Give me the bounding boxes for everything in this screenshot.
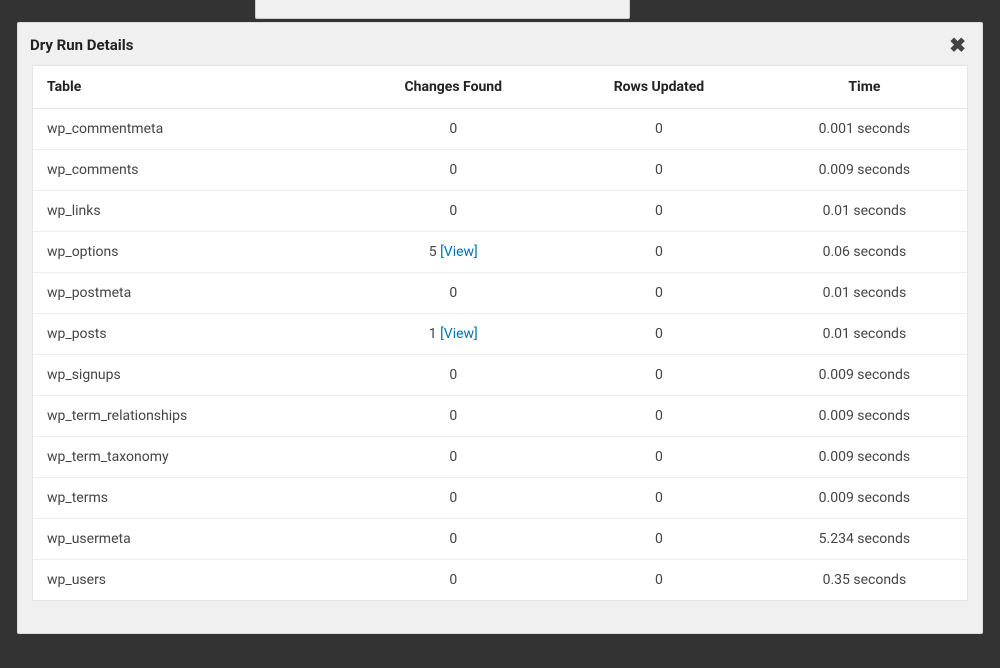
- cell-rows-updated: 0: [556, 355, 762, 396]
- cell-rows-updated: 0: [556, 437, 762, 478]
- cell-rows-updated: 0: [556, 478, 762, 519]
- cell-time: 0.06 seconds: [762, 232, 968, 273]
- background-overlay: [0, 0, 1000, 22]
- cell-rows-updated: 0: [556, 314, 762, 355]
- cell-table-name: wp_posts: [33, 314, 351, 355]
- table-row: wp_options5 [View]00.06 seconds: [33, 232, 968, 273]
- cell-time: 0.009 seconds: [762, 150, 968, 191]
- cell-table-name: wp_terms: [33, 478, 351, 519]
- cell-time: 0.35 seconds: [762, 560, 968, 601]
- cell-table-name: wp_postmeta: [33, 273, 351, 314]
- cell-changes-found: 0: [350, 437, 556, 478]
- table-row: wp_signups000.009 seconds: [33, 355, 968, 396]
- cell-time: 0.01 seconds: [762, 191, 968, 232]
- cell-table-name: wp_usermeta: [33, 519, 351, 560]
- cell-time: 0.01 seconds: [762, 314, 968, 355]
- header-rows-updated: Rows Updated: [556, 66, 762, 109]
- changes-count: 0: [449, 367, 457, 383]
- changes-count: 0: [449, 572, 457, 588]
- cell-changes-found: 0: [350, 109, 556, 150]
- cell-time: 0.001 seconds: [762, 109, 968, 150]
- changes-count: 0: [449, 162, 457, 178]
- table-row: wp_terms000.009 seconds: [33, 478, 968, 519]
- modal-footer-space: [32, 601, 968, 619]
- table-row: wp_users000.35 seconds: [33, 560, 968, 601]
- cell-time: 5.234 seconds: [762, 519, 968, 560]
- table-header-row: Table Changes Found Rows Updated Time: [33, 66, 968, 109]
- close-icon[interactable]: ✖: [945, 33, 970, 57]
- table-row: wp_comments000.009 seconds: [33, 150, 968, 191]
- changes-count: 0: [449, 285, 457, 301]
- cell-table-name: wp_comments: [33, 150, 351, 191]
- changes-count: 0: [449, 531, 457, 547]
- cell-changes-found: 0: [350, 273, 556, 314]
- view-link[interactable]: [View]: [440, 326, 478, 342]
- cell-rows-updated: 0: [556, 560, 762, 601]
- cell-table-name: wp_users: [33, 560, 351, 601]
- cell-changes-found: 0: [350, 560, 556, 601]
- cell-changes-found: 5 [View]: [350, 232, 556, 273]
- cell-rows-updated: 0: [556, 232, 762, 273]
- changes-count: 0: [449, 203, 457, 219]
- modal-content: Table Changes Found Rows Updated Time wp…: [18, 65, 982, 633]
- dry-run-modal: Dry Run Details ✖ Table Changes Found Ro…: [17, 22, 983, 634]
- cell-changes-found: 0: [350, 478, 556, 519]
- cell-rows-updated: 0: [556, 519, 762, 560]
- changes-count: 1: [429, 326, 437, 342]
- modal-title: Dry Run Details: [30, 36, 133, 54]
- cell-rows-updated: 0: [556, 396, 762, 437]
- cell-changes-found: 1 [View]: [350, 314, 556, 355]
- changes-count: 0: [449, 490, 457, 506]
- cell-table-name: wp_term_taxonomy: [33, 437, 351, 478]
- changes-count: 0: [449, 449, 457, 465]
- cell-table-name: wp_links: [33, 191, 351, 232]
- cell-table-name: wp_commentmeta: [33, 109, 351, 150]
- table-row: wp_usermeta005.234 seconds: [33, 519, 968, 560]
- background-field-accent: [255, 0, 630, 19]
- cell-time: 0.009 seconds: [762, 478, 968, 519]
- cell-time: 0.009 seconds: [762, 437, 968, 478]
- cell-rows-updated: 0: [556, 191, 762, 232]
- changes-count: 5: [429, 244, 437, 260]
- header-time: Time: [762, 66, 968, 109]
- cell-time: 0.009 seconds: [762, 355, 968, 396]
- modal-header: Dry Run Details ✖: [18, 23, 982, 65]
- cell-table-name: wp_term_relationships: [33, 396, 351, 437]
- cell-time: 0.009 seconds: [762, 396, 968, 437]
- changes-count: 0: [449, 121, 457, 137]
- cell-time: 0.01 seconds: [762, 273, 968, 314]
- cell-rows-updated: 0: [556, 273, 762, 314]
- cell-rows-updated: 0: [556, 150, 762, 191]
- table-row: wp_posts1 [View]00.01 seconds: [33, 314, 968, 355]
- results-table: Table Changes Found Rows Updated Time wp…: [32, 65, 968, 601]
- cell-table-name: wp_signups: [33, 355, 351, 396]
- header-table: Table: [33, 66, 351, 109]
- table-row: wp_term_relationships000.009 seconds: [33, 396, 968, 437]
- cell-changes-found: 0: [350, 191, 556, 232]
- cell-changes-found: 0: [350, 150, 556, 191]
- cell-table-name: wp_options: [33, 232, 351, 273]
- cell-changes-found: 0: [350, 396, 556, 437]
- table-row: wp_term_taxonomy000.009 seconds: [33, 437, 968, 478]
- table-row: wp_postmeta000.01 seconds: [33, 273, 968, 314]
- view-link[interactable]: [View]: [440, 244, 478, 260]
- cell-rows-updated: 0: [556, 109, 762, 150]
- cell-changes-found: 0: [350, 355, 556, 396]
- changes-count: 0: [449, 408, 457, 424]
- table-row: wp_commentmeta000.001 seconds: [33, 109, 968, 150]
- table-row: wp_links000.01 seconds: [33, 191, 968, 232]
- cell-changes-found: 0: [350, 519, 556, 560]
- header-changes-found: Changes Found: [350, 66, 556, 109]
